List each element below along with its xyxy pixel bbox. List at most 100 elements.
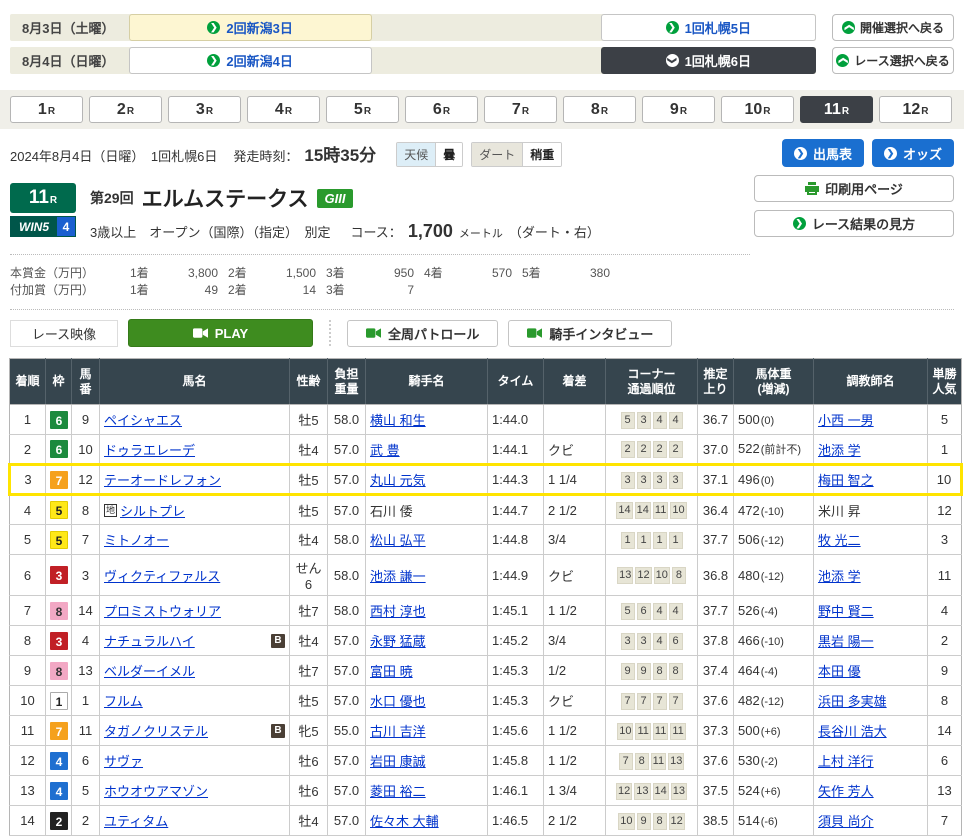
corner-positions: 5344 <box>606 405 698 435</box>
sex-age: 牡4 <box>290 525 328 555</box>
horse-name-link[interactable]: フルム <box>104 691 143 710</box>
race-tab-8r[interactable]: 8R <box>563 96 636 123</box>
finish-position: 7 <box>10 596 46 626</box>
finish-position: 12 <box>10 746 46 776</box>
race-header-section: ❯ 出馬表 ❯ オッズ 印刷用ページ ❯ レース結果の見方 2024年8月4日（… <box>0 129 964 309</box>
race-tab-6r[interactable]: 6R <box>405 96 478 123</box>
table-row: 6 3 3 ヴィクティファルス せん6 58.0 池添 謙一 1:44.9 クビ… <box>10 555 962 596</box>
table-row: 2 6 10 ドゥラエレーデ 牡4 57.0 武 豊 1:44.1 クビ 222… <box>10 435 962 465</box>
play-button-label: PLAY <box>215 326 248 341</box>
weight-diff: (+6) <box>761 786 781 798</box>
race-tab-10r[interactable]: 10R <box>721 96 794 123</box>
jockey-link[interactable]: 水口 優也 <box>370 694 426 709</box>
race-tab-2r[interactable]: 2R <box>89 96 162 123</box>
back-to-meeting-select-button[interactable]: ❯ 開催選択へ戻る <box>832 14 954 41</box>
prize-amount: 14 <box>258 282 316 299</box>
jockey-interview-button[interactable]: 騎手インタビュー <box>508 320 672 347</box>
back-button-label: レース選択へ戻る <box>854 52 949 69</box>
trainer-link[interactable]: 須貝 尚介 <box>818 814 874 829</box>
jockey-link[interactable]: 横山 和生 <box>370 413 426 428</box>
jockey-link[interactable]: 武 豊 <box>370 443 400 458</box>
race-tab-4r[interactable]: 4R <box>247 96 320 123</box>
trainer-link[interactable]: 梅田 智之 <box>818 473 874 488</box>
trainer-link[interactable]: 小西 一男 <box>818 413 874 428</box>
table-row: 12 4 6 サヴァ 牡6 57.0 岩田 康誠 1:45.8 1 1/2 78… <box>10 746 962 776</box>
jockey-link[interactable]: 古川 吉洋 <box>370 724 426 739</box>
corner-number: 14 <box>653 783 669 800</box>
jockey-link[interactable]: 丸山 元気 <box>370 473 426 488</box>
trainer-link[interactable]: 長谷川 浩大 <box>818 724 887 739</box>
horse-name-link[interactable]: サヴァ <box>104 751 143 770</box>
weight-diff: (-12) <box>761 571 784 583</box>
load-weight: 57.0 <box>328 465 366 495</box>
margin: 3/4 <box>544 525 606 555</box>
trainer-link[interactable]: 本田 優 <box>818 664 861 679</box>
meeting-button-sapporo-day5[interactable]: ❯ 1回札幌5日 <box>601 14 816 41</box>
horse-name-link[interactable]: ヴィクティファルス <box>104 566 220 585</box>
trainer-link[interactable]: 上村 洋行 <box>818 754 874 769</box>
race-tab-12r[interactable]: 12R <box>879 96 952 123</box>
trainer-link[interactable]: 牧 光二 <box>818 533 861 548</box>
jockey-link[interactable]: 佐々木 大輔 <box>370 814 439 829</box>
race-time: 1:44.0 <box>488 405 544 435</box>
horse-name-link[interactable]: ドゥラエレーデ <box>104 440 195 459</box>
race-tab-7r[interactable]: 7R <box>484 96 557 123</box>
horse-name-link[interactable]: シルトプレ <box>120 501 185 520</box>
race-tab-1r[interactable]: 1R <box>10 96 83 123</box>
race-tab-5r[interactable]: 5R <box>326 96 399 123</box>
jockey-link[interactable]: 西村 淳也 <box>370 604 426 619</box>
back-to-race-select-button[interactable]: ❯ レース選択へ戻る <box>832 47 954 74</box>
corner-number: 3 <box>621 472 635 489</box>
horse-weight: 514 <box>738 813 760 828</box>
horse-name-link[interactable]: ホウオウアマゾン <box>104 781 208 800</box>
jockey-link[interactable]: 永野 猛蔵 <box>370 634 426 649</box>
race-tab-suffix: R <box>285 106 292 117</box>
frame-badge: 3 <box>50 632 68 650</box>
table-row: 13 4 5 ホウオウアマゾン 牡6 57.0 菱田 裕二 1:46.1 1 3… <box>10 776 962 806</box>
how-to-read-results-button[interactable]: ❯ レース結果の見方 <box>754 210 954 237</box>
trainer-link[interactable]: 野中 賢二 <box>818 604 874 619</box>
grade-badge: GIII <box>317 189 354 208</box>
race-tab-3r[interactable]: 3R <box>168 96 241 123</box>
jockey-link[interactable]: 池添 謙一 <box>370 569 426 584</box>
race-tab-9r[interactable]: 9R <box>642 96 715 123</box>
trainer-link[interactable]: 矢作 芳人 <box>818 784 874 799</box>
meeting-button-niigata-day4[interactable]: ❯ 2回新潟4日 <box>129 47 372 74</box>
trainer-link[interactable]: 浜田 多実雄 <box>818 694 887 709</box>
table-row: 1 6 9 ペイシャエス 牡5 58.0 横山 和生 1:44.0 5344 3… <box>10 405 962 435</box>
corner-number: 4 <box>653 412 667 429</box>
entry-table-button[interactable]: ❯ 出馬表 <box>782 139 864 167</box>
trainer-link[interactable]: 黒岩 陽一 <box>818 634 874 649</box>
horse-weight: 472 <box>738 503 760 518</box>
jockey-link[interactable]: 松山 弘平 <box>370 533 426 548</box>
meeting-button-sapporo-day6-selected[interactable]: ❯ 1回札幌6日 <box>601 47 816 74</box>
jockey-link[interactable]: 菱田 裕二 <box>370 784 426 799</box>
corner-number: 2 <box>621 441 635 458</box>
horse-name-link[interactable]: ナチュラルハイ <box>104 631 195 650</box>
play-button[interactable]: PLAY <box>128 319 313 347</box>
column-header: 着差 <box>544 359 606 405</box>
horse-name-link[interactable]: ユティタム <box>104 811 168 830</box>
finish-position: 14 <box>10 806 46 836</box>
horse-name-link[interactable]: ミトノオー <box>104 530 169 549</box>
results-table: 着順枠馬番馬名性齢負担 重量騎手名タイム着差コーナー 通過順位推定 上り馬体重 … <box>8 358 963 836</box>
jockey-link[interactable]: 富田 暁 <box>370 664 413 679</box>
race-tab-11r[interactable]: 11R <box>800 96 873 123</box>
horse-name-link[interactable]: ペイシャエス <box>104 410 182 429</box>
corner-number: 11 <box>670 723 685 740</box>
jockey-link[interactable]: 岩田 康誠 <box>370 754 426 769</box>
horse-name-link[interactable]: テーオードレフォン <box>104 470 221 489</box>
odds-button[interactable]: ❯ オッズ <box>872 139 954 167</box>
patrol-video-button[interactable]: 全周パトロール <box>347 320 498 347</box>
horse-name-link[interactable]: タガノクリステル <box>104 721 208 740</box>
load-weight: 58.0 <box>328 525 366 555</box>
trainer-link[interactable]: 池添 学 <box>818 569 861 584</box>
print-page-button[interactable]: 印刷用ページ <box>754 175 954 202</box>
column-header: 馬名 <box>100 359 290 405</box>
corner-number: 2 <box>669 441 683 458</box>
trainer-link[interactable]: 池添 学 <box>818 443 861 458</box>
meeting-button-niigata-day3[interactable]: ❯ 2回新潟3日 <box>129 14 372 41</box>
weather-value: 曇 <box>435 143 462 166</box>
horse-name-link[interactable]: プロミストウォリア <box>104 601 221 620</box>
horse-name-link[interactable]: ベルダーイメル <box>104 661 195 680</box>
